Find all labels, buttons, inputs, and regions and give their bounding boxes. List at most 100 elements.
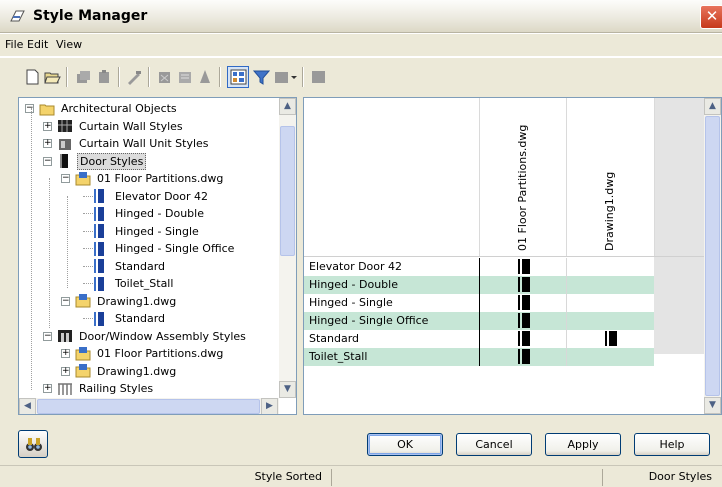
scroll-left-button[interactable]: ◀ <box>19 398 36 414</box>
header-divider <box>304 256 706 257</box>
ok-button[interactable]: OK <box>367 433 443 456</box>
scroll-thumb[interactable] <box>280 126 295 256</box>
tree-horizontal-scrollbar[interactable]: ◀ ▶ <box>19 398 279 414</box>
cancel-button[interactable]: Cancel <box>456 433 532 456</box>
status-bar: Style Sorted Door Styles <box>0 465 722 487</box>
help-button[interactable]: Help <box>634 433 710 456</box>
tree-item[interactable]: Door/Window Assembly Styles <box>57 328 248 345</box>
row-divider <box>566 258 567 276</box>
tree-item[interactable]: Hinged - Single Office <box>93 240 236 257</box>
drawing-icon <box>75 171 91 186</box>
tree-item[interactable]: Drawing1.dwg <box>75 293 178 310</box>
display-icon[interactable] <box>310 69 327 85</box>
scroll-down-button[interactable]: ▼ <box>704 397 721 414</box>
expand-toggle[interactable]: + <box>43 121 52 131</box>
tree-connector <box>83 195 93 197</box>
grid-row-name: Elevator Door 42 <box>309 260 403 273</box>
column-header-01-floor-partitions[interactable]: 01 Floor Partitions.dwg <box>516 125 529 251</box>
edit-style-icon[interactable] <box>126 69 143 85</box>
row-divider <box>566 294 567 312</box>
door-icon <box>93 189 109 203</box>
tree-item[interactable]: Curtain Wall Unit Styles <box>57 135 211 152</box>
grid-row[interactable]: Hinged - Double <box>304 276 654 294</box>
toolbar-separator <box>66 67 68 87</box>
import-icon[interactable] <box>197 69 214 85</box>
collapse-toggle[interactable]: − <box>43 331 52 341</box>
tree-item-label: 01 Floor Partitions.dwg <box>97 347 224 360</box>
close-button[interactable]: ✕ <box>700 5 722 29</box>
toggle-view-button[interactable] <box>227 66 249 88</box>
grid-row[interactable]: Elevator Door 42 <box>304 258 654 276</box>
tree-vertical-scrollbar[interactable]: ▲ ▼ <box>279 98 296 398</box>
tree-item[interactable]: Standard <box>93 258 167 275</box>
filter-icon[interactable] <box>253 69 270 85</box>
grid-row[interactable]: Hinged - Single <box>304 294 654 312</box>
tree-item[interactable]: Curtain Wall Styles <box>57 118 185 135</box>
menu-file[interactable]: File <box>5 38 23 51</box>
collapse-toggle[interactable]: − <box>25 104 34 113</box>
toolbar <box>0 57 722 95</box>
row-divider <box>566 312 567 330</box>
scroll-down-button[interactable]: ▼ <box>279 381 296 398</box>
apply-button[interactable]: Apply <box>545 433 621 456</box>
tree-item-label: Door/Window Assembly Styles <box>79 329 246 343</box>
column-header-drawing1[interactable]: Drawing1.dwg <box>603 172 616 251</box>
drawing-icon <box>75 346 91 361</box>
column-divider <box>479 98 480 256</box>
row-divider <box>479 258 480 276</box>
tree-item[interactable]: Hinged - Double <box>93 205 206 222</box>
door-icon <box>93 276 109 291</box>
tree-connector <box>83 230 93 232</box>
tree-guide-line <box>67 196 68 288</box>
expand-toggle[interactable]: + <box>43 384 52 393</box>
expand-toggle[interactable]: + <box>43 139 52 148</box>
tree-item-label: Toilet_Stall <box>115 277 174 290</box>
grid-row[interactable]: Standard <box>304 330 654 348</box>
style-browser-button[interactable] <box>18 430 48 458</box>
tree-connector <box>83 318 93 319</box>
tree-item[interactable]: Standard <box>93 310 167 327</box>
scroll-right-button[interactable]: ▶ <box>261 398 278 414</box>
tree-item[interactable]: Elevator Door 42 <box>93 188 210 205</box>
grid-vertical-scrollbar[interactable]: ▲ ▼ <box>704 98 721 414</box>
expand-toggle[interactable]: + <box>61 366 70 376</box>
row-divider <box>566 276 567 294</box>
main-area: Architectural Objects − Curtain Wall Style… <box>0 95 722 417</box>
tree-item-label: Standard <box>115 259 166 273</box>
tree-item[interactable]: Railing Styles <box>57 380 155 397</box>
grid-row[interactable]: Hinged - Single Office <box>304 312 654 330</box>
inline-edit-icon[interactable] <box>273 69 290 85</box>
scroll-thumb[interactable] <box>705 116 720 396</box>
menu-edit[interactable]: Edit <box>27 38 48 51</box>
menu-view[interactable]: View <box>56 38 82 51</box>
tree-item[interactable]: 01 Floor Partitions.dwg <box>75 170 225 187</box>
row-divider <box>479 276 480 294</box>
scroll-thumb-horizontal[interactable] <box>37 399 260 414</box>
collapse-toggle[interactable]: − <box>43 156 52 166</box>
grid-column-headers <box>304 98 706 256</box>
tree-item[interactable]: Toilet_Stall <box>93 275 175 292</box>
tree-item[interactable]: Architectural Objects <box>39 100 179 117</box>
set-from-icon[interactable] <box>177 69 194 85</box>
toolbar-separator <box>302 67 304 87</box>
new-icon[interactable] <box>24 69 41 85</box>
style-usage-grid[interactable]: 01 Floor Partitions.dwg Drawing1.dwg Ele… <box>303 97 722 415</box>
collapse-toggle[interactable]: − <box>61 296 70 306</box>
purge-icon[interactable] <box>156 69 173 85</box>
expand-toggle[interactable]: + <box>61 349 70 358</box>
dropdown-icon[interactable] <box>290 69 298 85</box>
tree-item[interactable]: Drawing1.dwg <box>75 363 178 380</box>
open-icon[interactable] <box>44 69 61 85</box>
copy-icon[interactable] <box>75 69 92 85</box>
tree-item[interactable]: 01 Floor Partitions.dwg <box>75 345 225 362</box>
grid-row-name: Standard <box>309 332 360 345</box>
scroll-up-button[interactable]: ▲ <box>279 98 296 115</box>
paste-icon[interactable] <box>96 69 113 85</box>
toolbar-separator <box>148 67 150 87</box>
collapse-toggle[interactable]: − <box>61 174 70 183</box>
tree-item[interactable]: Door Styles <box>57 152 147 170</box>
grid-row[interactable]: Toilet_Stall <box>304 348 654 366</box>
style-tree[interactable]: Architectural Objects − Curtain Wall Style… <box>18 97 297 415</box>
scroll-up-button[interactable]: ▲ <box>704 98 721 115</box>
tree-item[interactable]: Hinged - Single <box>93 223 201 240</box>
